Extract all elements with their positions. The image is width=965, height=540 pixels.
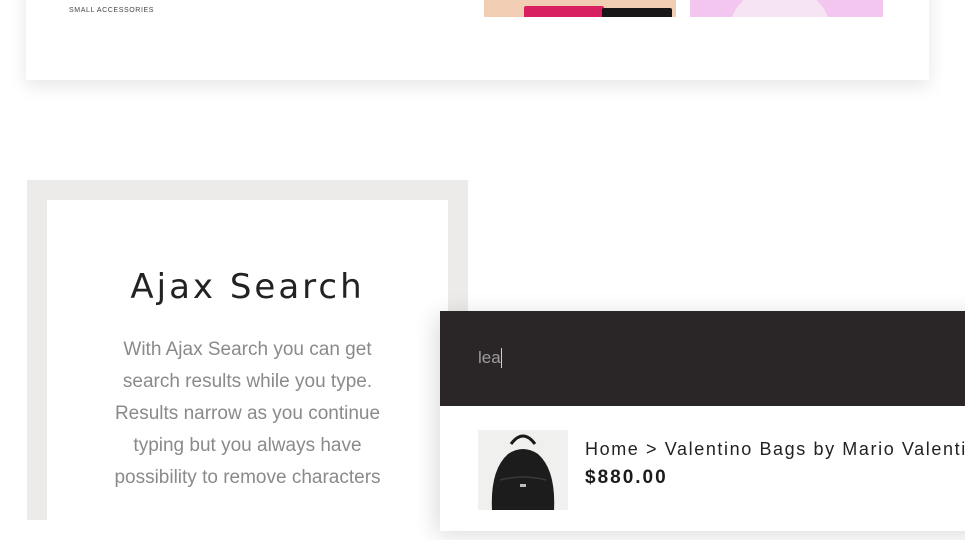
feature-title: Ajax Search [130,267,365,307]
ajax-search-widget: Home > Valentino Bags by Mario Valentino… [440,311,965,531]
red-bag-image [524,6,604,17]
handbag-icon [491,434,555,510]
product-thumbnail[interactable] [690,0,883,17]
result-thumbnail[interactable] [478,430,568,510]
search-result-item[interactable]: Home > Valentino Bags by Mario Valentino… [478,430,965,530]
feature-card: Ajax Search With Ajax Search you can get… [47,200,448,540]
category-card: SMALL ACCESSORIES [26,0,929,80]
category-label[interactable]: SMALL ACCESSORIES [69,7,154,14]
product-thumbnail[interactable] [484,0,676,17]
feature-frame: Ajax Search With Ajax Search you can get… [27,180,468,540]
result-price: $880.00 [585,467,668,488]
text-cursor [501,348,502,368]
search-input[interactable] [478,345,948,371]
black-bag-image [602,8,672,17]
result-breadcrumb[interactable]: Home > Valentino Bags by Mario Valentino [585,439,965,460]
search-bar [440,311,965,406]
product-image [730,0,830,17]
feature-description: With Ajax Search you can get search resu… [114,339,381,488]
